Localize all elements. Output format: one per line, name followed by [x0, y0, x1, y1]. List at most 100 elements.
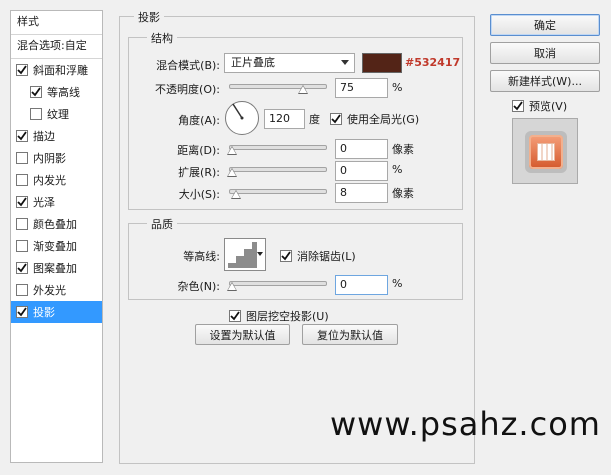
style-item-checkbox[interactable]: [30, 86, 42, 98]
noise-input[interactable]: 0: [335, 275, 388, 295]
global-light-checkbox[interactable]: 使用全局光(G): [330, 111, 419, 127]
size-unit: 像素: [392, 187, 414, 200]
contour-picker[interactable]: [224, 238, 266, 271]
distance-slider[interactable]: [227, 141, 327, 155]
spread-input[interactable]: 0: [335, 161, 388, 181]
style-item-checkbox[interactable]: [16, 240, 28, 252]
style-item-label: 等高线: [47, 86, 80, 99]
noise-slider-thumb[interactable]: [227, 282, 237, 291]
style-item-checkbox[interactable]: [16, 130, 28, 142]
style-item-label: 渐变叠加: [33, 240, 77, 253]
blend-mode-value: 正片叠底: [231, 56, 275, 69]
opacity-label: 不透明度(O):: [155, 83, 220, 96]
knockout-check-icon: [229, 310, 241, 322]
new-style-button[interactable]: 新建样式(W)...: [490, 70, 600, 92]
style-item-checkbox[interactable]: [16, 174, 28, 186]
style-item[interactable]: 外发光: [11, 279, 102, 301]
style-item[interactable]: 纹理: [11, 103, 102, 125]
spread-slider-thumb[interactable]: [227, 168, 237, 177]
ok-button[interactable]: 确定: [490, 14, 600, 36]
style-item-label: 颜色叠加: [33, 218, 77, 231]
style-item-label: 外发光: [33, 284, 66, 297]
blend-mode-select[interactable]: 正片叠底: [224, 53, 355, 73]
style-item[interactable]: 描边: [11, 125, 102, 147]
style-item-label: 内阴影: [33, 152, 66, 165]
style-item[interactable]: 内阴影: [11, 147, 102, 169]
anti-alias-check-icon: [280, 250, 292, 262]
shadow-color-hex: #532417: [405, 56, 461, 69]
shadow-color-swatch[interactable]: [362, 53, 402, 73]
style-preview-thumbnail: [512, 118, 578, 184]
spread-unit: %: [392, 163, 403, 176]
noise-slider[interactable]: [227, 277, 327, 291]
opacity-unit: %: [392, 81, 403, 94]
style-item-label: 纹理: [47, 108, 69, 121]
opacity-input[interactable]: 75: [335, 78, 388, 98]
global-light-label: 使用全局光(G): [347, 113, 420, 126]
distance-label: 距离(D):: [177, 144, 220, 157]
angle-unit: 度: [309, 113, 320, 126]
styles-header[interactable]: 样式: [11, 11, 102, 35]
angle-input[interactable]: 120: [264, 109, 305, 129]
styles-list: 样式 混合选项:自定 斜面和浮雕等高线纹理描边内阴影内发光光泽颜色叠加渐变叠加图…: [10, 10, 103, 463]
structure-title: 结构: [147, 30, 177, 46]
knockout-checkbox[interactable]: 图层挖空投影(U): [229, 308, 329, 324]
spread-label: 扩展(R):: [178, 166, 220, 179]
style-item-checkbox[interactable]: [16, 262, 28, 274]
style-item-label: 光泽: [33, 196, 55, 209]
style-item-checkbox[interactable]: [16, 306, 28, 318]
anti-alias-checkbox[interactable]: 消除锯齿(L): [280, 248, 356, 264]
preview-checkbox[interactable]: 预览(V): [512, 98, 567, 114]
angle-dial[interactable]: [225, 101, 259, 135]
blend-options-item[interactable]: 混合选项:自定: [11, 35, 102, 59]
opacity-slider[interactable]: [229, 80, 327, 94]
style-item-label: 斜面和浮雕: [33, 64, 88, 77]
style-item[interactable]: 内发光: [11, 169, 102, 191]
style-item[interactable]: 斜面和浮雕: [11, 59, 102, 81]
set-default-button[interactable]: 设置为默认值: [195, 324, 290, 345]
distance-unit: 像素: [392, 143, 414, 156]
drop-shadow-title: 投影: [134, 9, 164, 25]
blend-mode-label: 混合模式(B):: [156, 59, 220, 72]
style-item[interactable]: 图案叠加: [11, 257, 102, 279]
style-item[interactable]: 颜色叠加: [11, 213, 102, 235]
opacity-slider-thumb[interactable]: [297, 85, 308, 94]
size-slider[interactable]: [229, 185, 327, 199]
contour-dropdown-icon[interactable]: [257, 252, 263, 256]
style-item[interactable]: 投影: [11, 301, 102, 323]
distance-input[interactable]: 0: [335, 139, 388, 159]
contour-label: 等高线:: [183, 250, 220, 263]
angle-dial-icon: [232, 103, 244, 120]
chevron-down-icon: [341, 60, 349, 65]
style-item-label: 投影: [33, 306, 55, 319]
style-item-checkbox[interactable]: [30, 108, 42, 120]
contour-preview-icon: [226, 239, 258, 270]
spread-slider[interactable]: [227, 163, 327, 177]
angle-label: 角度(A):: [178, 114, 220, 127]
preview-check-icon: [512, 100, 524, 112]
style-item-checkbox[interactable]: [16, 284, 28, 296]
cancel-button[interactable]: 取消: [490, 42, 600, 64]
style-item[interactable]: 渐变叠加: [11, 235, 102, 257]
style-item-checkbox[interactable]: [16, 196, 28, 208]
size-input[interactable]: 8: [335, 183, 388, 203]
anti-alias-label: 消除锯齿(L): [297, 250, 356, 263]
knockout-label: 图层挖空投影(U): [246, 310, 329, 323]
style-item[interactable]: 光泽: [11, 191, 102, 213]
style-item-checkbox[interactable]: [16, 64, 28, 76]
noise-unit: %: [392, 277, 403, 290]
reset-default-button[interactable]: 复位为默认值: [302, 324, 398, 345]
style-item[interactable]: 等高线: [11, 81, 102, 103]
preview-label: 预览(V): [529, 100, 568, 113]
style-item-label: 图案叠加: [33, 262, 77, 275]
quality-title: 品质: [147, 216, 177, 232]
watermark-text: www.psahz.com: [330, 405, 601, 443]
style-item-label: 内发光: [33, 174, 66, 187]
distance-slider-thumb[interactable]: [227, 146, 237, 155]
style-item-label: 描边: [33, 130, 55, 143]
style-item-checkbox[interactable]: [16, 218, 28, 230]
size-slider-thumb[interactable]: [231, 190, 241, 199]
style-item-checkbox[interactable]: [16, 152, 28, 164]
noise-label: 杂色(N):: [177, 280, 220, 293]
size-label: 大小(S):: [178, 188, 220, 201]
